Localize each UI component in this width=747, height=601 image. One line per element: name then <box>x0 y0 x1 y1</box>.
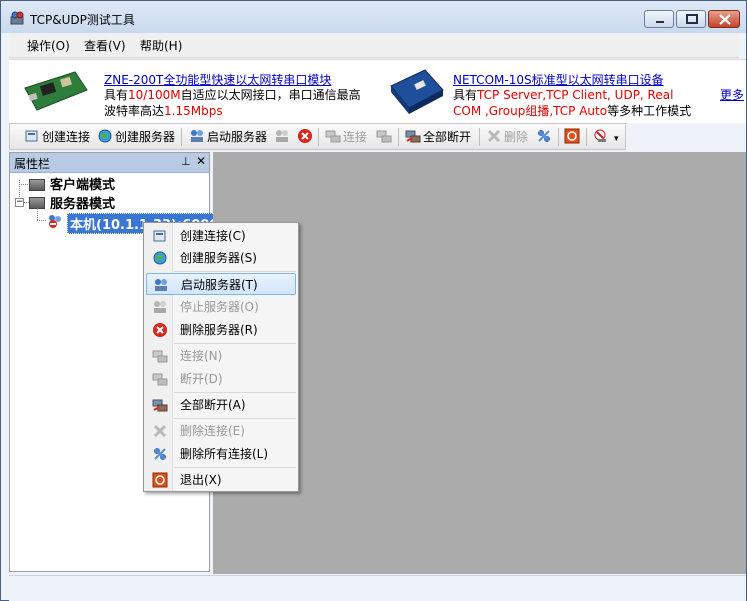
ctx-separator <box>174 418 296 419</box>
toolbar-delete-all[interactable] <box>536 128 554 146</box>
minimize-button[interactable] <box>644 10 674 28</box>
ctx-disconnect: 断开(D) <box>146 368 296 390</box>
ad-product2-line3: COM ,Group组播,TCP Auto等多种工作模式 <box>453 104 692 118</box>
delete-all-icon <box>154 448 166 460</box>
toolbar-create-connection[interactable]: 创建连接 <box>24 128 90 146</box>
status-bar <box>9 575 746 601</box>
ctx-disconnect-all[interactable]: 全部断开(A) <box>146 394 296 416</box>
toolbar-separator <box>586 128 587 146</box>
toolbar-stop-server <box>274 128 292 146</box>
app-window: TCP&UDP测试工具 操作(O) 查看(V) 帮助(H) ZNE-200T全功… <box>0 0 747 601</box>
ctx-exit[interactable]: 退出(X) <box>146 469 296 491</box>
close-button[interactable] <box>708 10 740 28</box>
globe-icon <box>153 251 167 265</box>
app-icon <box>10 11 24 25</box>
stop-server-icon <box>276 130 288 142</box>
ctx-delete-connection: 删除连接(E) <box>146 420 296 442</box>
ad-product1-line3: 波特率高达1.15Mbps <box>104 104 223 118</box>
ctx-create-connection[interactable]: 创建连接(C) <box>146 225 296 247</box>
title-bar: TCP&UDP测试工具 <box>1 1 746 33</box>
ctx-create-server[interactable]: 创建服务器(S) <box>146 247 296 269</box>
toolbar-separator <box>558 128 559 146</box>
context-menu: 创建连接(C) 创建服务器(S) 启动服务器(T) 停止服务器(O) 删除服务器… <box>143 222 299 492</box>
server-node-icon <box>49 215 61 228</box>
ctx-start-server[interactable]: 启动服务器(T) <box>146 273 296 295</box>
disconnect-all-icon <box>152 399 168 412</box>
panel-close-icon[interactable]: ✕ <box>196 154 206 168</box>
toolbar-separator <box>181 128 182 146</box>
menu-view[interactable]: 查看(V) <box>84 37 126 54</box>
panel-header: 属性栏 ⊥ ✕ <box>10 153 209 173</box>
exit-icon <box>564 128 580 144</box>
toolbar-connect: 连接 <box>325 128 367 146</box>
maximize-button[interactable] <box>676 10 706 28</box>
ad-product2-line2: 具有TCP Server,TCP Client, UDP, Real <box>453 88 674 102</box>
ctx-separator <box>174 271 296 272</box>
toolbar-help[interactable] <box>593 128 611 146</box>
toolbar-disconnect-all[interactable]: 全部断开 <box>405 128 471 146</box>
toolbar-exit[interactable] <box>564 128 582 146</box>
zne-module-image <box>24 71 88 111</box>
delete-x-icon <box>153 424 167 438</box>
tree-expander-icon[interactable]: − <box>15 198 24 207</box>
toolbar: 创建连接 创建服务器 启动服务器 连接 全部断开 删除 ▾ <box>9 123 626 150</box>
toolbar-overflow-chevron-icon[interactable]: ▾ <box>614 130 619 148</box>
ad-more-link[interactable]: 更多 <box>720 86 744 103</box>
delete-red-icon <box>298 129 312 143</box>
client-mode-icon <box>29 179 45 191</box>
globe-icon <box>98 129 112 143</box>
delete-red-icon <box>153 323 167 337</box>
ctx-delete-all-connections[interactable]: 删除所有连接(L) <box>146 443 296 465</box>
delete-all-icon <box>538 130 550 142</box>
tree-line <box>19 184 28 185</box>
connect-icon <box>325 130 341 143</box>
maximize-icon <box>686 14 698 24</box>
menu-operate[interactable]: 操作(O) <box>27 37 70 54</box>
panel-title: 属性栏 <box>14 157 51 171</box>
tree-line <box>37 208 38 220</box>
ctx-separator <box>174 392 296 393</box>
toolbar-delete-server[interactable] <box>297 128 315 146</box>
connect-icon <box>152 350 168 363</box>
pin-icon[interactable]: ⊥ <box>181 155 191 168</box>
tree-line <box>37 220 46 221</box>
stop-server-icon <box>154 301 166 313</box>
disconnect-icon <box>152 373 168 386</box>
menu-help[interactable]: 帮助(H) <box>140 37 182 54</box>
help-icon <box>594 129 606 142</box>
delete-x-icon <box>487 129 501 143</box>
minimize-icon <box>656 21 664 23</box>
toolbar-create-server[interactable]: 创建服务器 <box>97 128 175 146</box>
ctx-connect: 连接(N) <box>146 345 296 367</box>
ctx-stop-server: 停止服务器(O) <box>146 296 296 318</box>
toolbar-separator <box>318 128 319 146</box>
start-server-icon <box>155 279 167 291</box>
close-icon <box>719 14 731 25</box>
ctx-separator <box>174 467 296 468</box>
ad-product1-line2: 具有10/100M自适应以太网接口，串口通信最高 <box>104 88 361 102</box>
tree-server-mode[interactable]: 服务器模式 <box>50 193 115 212</box>
create-connection-icon <box>153 230 166 242</box>
disconnect-all-icon <box>405 130 421 143</box>
ctx-delete-server[interactable]: 删除服务器(R) <box>146 319 296 341</box>
tree-client-mode[interactable]: 客户端模式 <box>50 174 115 193</box>
toolbar-separator <box>479 128 480 146</box>
disconnect-icon <box>376 130 392 143</box>
toolbar-separator <box>398 128 399 146</box>
exit-icon <box>152 472 168 488</box>
window-title: TCP&UDP测试工具 <box>30 13 135 27</box>
create-connection-icon <box>25 130 38 142</box>
toolbar-delete: 删除 <box>486 128 528 146</box>
toolbar-disconnect <box>376 128 394 146</box>
menu-bar: 操作(O) 查看(V) 帮助(H) <box>9 33 739 58</box>
netcom-device-image <box>390 69 444 114</box>
toolbar-start-server[interactable]: 启动服务器 <box>189 128 267 146</box>
ad-banner: ZNE-200T全功能型快速以太网转串口模块 具有10/100M自适应以太网接口… <box>9 59 746 123</box>
start-server-icon <box>191 130 203 142</box>
ctx-separator <box>174 343 296 344</box>
